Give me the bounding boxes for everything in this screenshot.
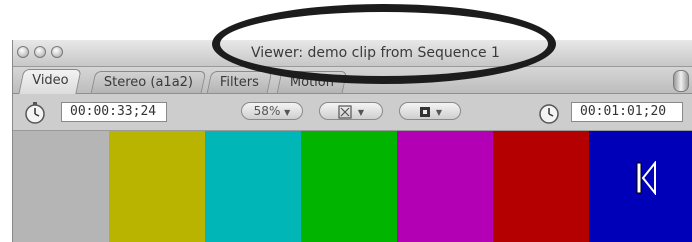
out-point-icon — [636, 161, 656, 195]
chevron-down-icon: ▼ — [435, 108, 442, 117]
zoom-popup[interactable]: 58% ▼ — [241, 102, 303, 120]
viewer-toolbar: 00:00:33;24 58% ▼ ▼ ▼ 00:01:01;20 — [13, 94, 692, 131]
tab-scroll-knob[interactable] — [673, 70, 689, 92]
chevron-down-icon: ▼ — [284, 108, 291, 117]
close-button[interactable] — [17, 46, 29, 58]
color-bar — [397, 131, 493, 242]
color-bar — [205, 131, 301, 242]
color-bar — [301, 131, 397, 242]
tab-label: Stereo (a1a2) — [103, 75, 194, 90]
tab-video[interactable]: Video — [18, 69, 83, 94]
color-bar — [493, 131, 589, 242]
color-bar — [589, 131, 692, 242]
video-canvas[interactable] — [13, 131, 692, 242]
color-bar — [13, 131, 109, 242]
stopwatch-icon — [25, 102, 45, 124]
current-timecode-field[interactable]: 00:00:33;24 — [61, 102, 167, 122]
color-bar — [109, 131, 205, 242]
viewer-window: Viewer: demo clip from Sequence 1 Video … — [12, 40, 692, 242]
view-mode-popup[interactable]: ▼ — [319, 102, 383, 120]
tab-stereo[interactable]: Stereo (a1a2) — [90, 71, 207, 93]
title-bar: Viewer: demo clip from Sequence 1 — [13, 40, 692, 67]
window-title: Viewer: demo clip from Sequence 1 — [251, 45, 500, 61]
duration-timecode-field[interactable]: 00:01:01;20 — [571, 102, 683, 122]
tab-motion[interactable]: Motion — [276, 71, 348, 93]
tab-filters[interactable]: Filters — [206, 71, 273, 93]
overlay-icon — [420, 106, 430, 117]
duration-clock-icon — [539, 104, 559, 124]
tab-label: Filters — [219, 75, 259, 90]
overlay-popup[interactable]: ▼ — [399, 102, 461, 120]
view-mode-icon — [338, 104, 352, 119]
tab-label: Video — [32, 73, 69, 88]
minimize-button[interactable] — [34, 46, 46, 58]
zoom-button[interactable] — [51, 46, 63, 58]
tab-label: Motion — [289, 75, 334, 90]
chevron-down-icon: ▼ — [357, 108, 364, 117]
tab-strip: Video Stereo (a1a2) Filters Motion — [13, 67, 692, 94]
zoom-value: 58% — [253, 104, 281, 118]
